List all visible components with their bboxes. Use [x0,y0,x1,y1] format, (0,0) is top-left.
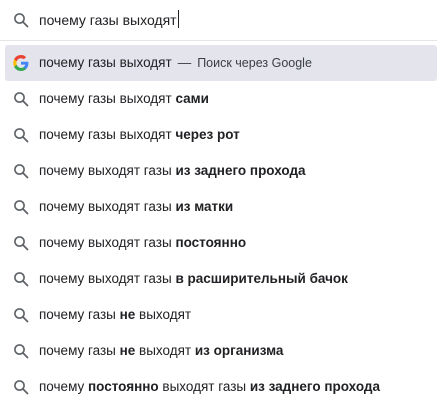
suggestion-text: почему газы выходят сами [39,90,209,108]
suggestion-query-part: выходят [135,343,195,358]
suggestion-completion: из организма [194,343,284,358]
suggestion-completion: из заднего прохода [249,379,380,394]
suggestion-completion: сами [175,91,209,106]
divider [0,40,437,41]
suggestion-query-part: почему выходят газы [39,235,176,250]
suggestion-completion: не [119,307,136,322]
separator-dash: — [177,55,192,70]
suggestion-text: почему газы не выходят [39,306,191,324]
suggestion-query-part: почему газы выходят [39,127,176,142]
suggestion-item[interactable]: почему постоянно выходят газы из заднего… [0,369,437,403]
suggestion-completion: не [119,343,136,358]
suggestion-text: почему газы не выходят из организма [39,342,283,360]
suggestion-text: почему выходят газы из заднего прохода [39,162,306,180]
suggestion-text: почему постоянно выходят газы из заднего… [39,378,380,396]
suggestion-completion: в расширительный бачок [175,271,348,286]
suggestion-completion: из заднего прохода [175,163,306,178]
suggestion-query-part: почему газы [39,343,120,358]
suggestion-item[interactable]: почему выходят газы из матки [0,189,437,225]
suggestion-list: почему газы выходят — Поиск через Google по… [0,45,437,403]
suggestion-completion: постоянно [88,379,159,394]
suggestion-query-part: почему газы выходят [39,91,176,106]
search-input[interactable]: почему газы выходят [39,10,177,30]
suggestion-text: почему выходят газы из матки [39,198,233,216]
google-icon [13,55,29,71]
suggestion-text: почему газы выходят — Поиск через Google [39,54,312,72]
suggestion-google-search[interactable]: почему газы выходят — Поиск через Google [5,45,437,81]
search-icon [13,235,29,251]
search-icon [13,307,29,323]
suggestion-query-part: почему выходят газы [39,271,176,286]
suggestion-query-part: почему выходят газы [39,163,176,178]
suggestion-item[interactable]: почему выходят газы в расширительный бач… [0,261,437,297]
omnibox-dropdown: почему газы выходят почему газы выходят —… [0,0,437,403]
suggestion-query-part: почему [39,379,88,394]
search-icon [13,163,29,179]
search-icon [13,343,29,359]
suggestion-query-part: выходят газы [158,379,250,394]
search-row[interactable]: почему газы выходят [0,0,437,40]
suggestion-item[interactable]: почему выходят газы из заднего прохода [0,153,437,189]
suggestion-query-part: почему газы [39,307,120,322]
suggestion-query-part: почему выходят газы [39,199,176,214]
suggestion-completion: через рот [175,127,240,142]
search-icon [13,12,29,28]
suggestion-text: почему газы выходят через рот [39,126,240,144]
suggestion-query-part: выходят [135,307,192,322]
suggestion-text: почему выходят газы постоянно [39,234,246,252]
search-provider-label: Поиск через Google [197,56,312,70]
suggestion-completion: из матки [175,199,234,214]
suggestion-item[interactable]: почему газы не выходят [0,297,437,333]
suggestion-completion: постоянно [175,235,247,250]
suggestion-query-part: почему газы выходят [39,55,172,70]
search-icon [13,271,29,287]
search-icon [13,91,29,107]
suggestion-text: почему выходят газы в расширительный бач… [39,270,348,288]
suggestion-item[interactable]: почему газы выходят через рот [0,117,437,153]
suggestion-item[interactable]: почему газы не выходят из организма [0,333,437,369]
text-caret [178,10,179,28]
suggestion-item[interactable]: почему выходят газы постоянно [0,225,437,261]
suggestion-item[interactable]: почему газы выходят сами [0,81,437,117]
search-icon [13,199,29,215]
search-icon [13,379,29,395]
search-icon [13,127,29,143]
